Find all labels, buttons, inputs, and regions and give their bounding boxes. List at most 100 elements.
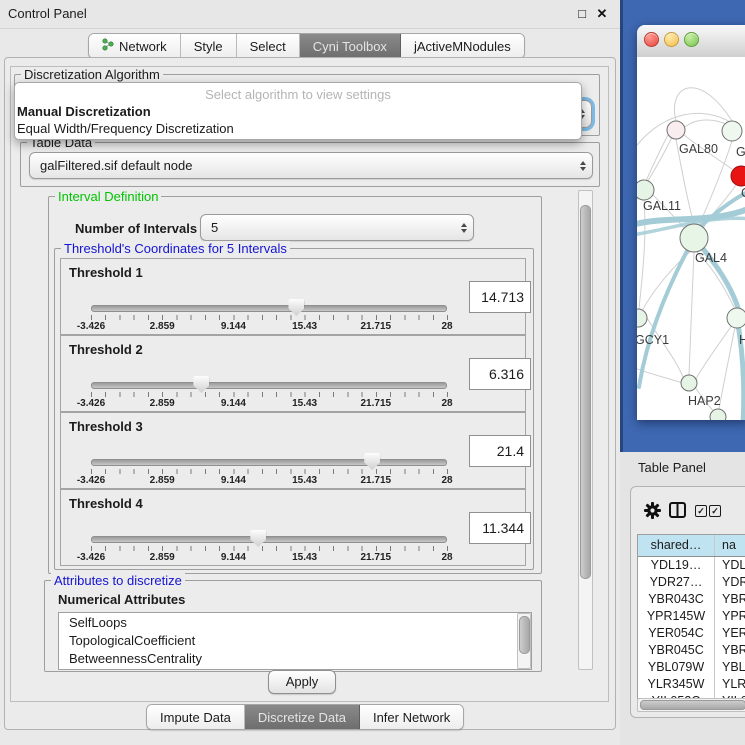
node-bottom-partial[interactable] xyxy=(710,409,726,420)
slider-track[interactable] xyxy=(91,459,447,466)
threshold-slider[interactable]: -3.426 2.859 9.144 15.43 21.715 28 xyxy=(91,530,447,564)
scrollbar-thumb[interactable] xyxy=(519,616,530,654)
node-attribute-table[interactable]: shared… na YDL19…YDL1 YDR27…YDR2 YBR043C… xyxy=(637,534,745,699)
network-window: GAL80 GA C GAL11 GAL4 GCY1 H HAP2 xyxy=(637,25,745,420)
list-item[interactable]: TopologicalCoefficient xyxy=(59,631,531,649)
tick-label: -3.426 xyxy=(77,475,105,486)
top-tabbar: Network Style Select Cyni Toolbox jActiv… xyxy=(88,33,525,59)
tab-discretize-data[interactable]: Discretize Data xyxy=(245,705,360,729)
table-data-value: galFiltered.sif default node xyxy=(30,158,574,173)
node-gal11[interactable] xyxy=(637,180,654,200)
slider-thumb[interactable] xyxy=(364,453,380,470)
node-label: C xyxy=(741,186,745,200)
threshold-value-field[interactable]: 6.316 xyxy=(469,358,531,390)
table-row[interactable]: YPR145WYPR1 xyxy=(638,608,745,625)
column-header-shared[interactable]: shared… xyxy=(638,535,715,556)
slider-thumb[interactable] xyxy=(193,376,209,393)
threshold-label: Threshold 1 xyxy=(69,265,143,280)
bottom-tabbar: Impute Data Discretize Data Infer Networ… xyxy=(146,704,464,730)
table-row[interactable]: YDL19…YDL1 xyxy=(638,557,745,574)
node-gal4[interactable] xyxy=(680,224,708,252)
tick-label: 15.43 xyxy=(292,398,317,409)
tick-label: 28 xyxy=(441,552,452,563)
tab-label: Cyni Toolbox xyxy=(313,39,387,54)
checkbox-icon[interactable]: ✓ xyxy=(709,505,721,517)
number-of-intervals-label: Number of Intervals xyxy=(75,221,197,236)
float-window-icon[interactable]: □ xyxy=(574,6,590,22)
node-selected-red[interactable] xyxy=(731,166,745,186)
group-title: Interval Definition xyxy=(55,189,161,204)
minimize-traffic-light[interactable] xyxy=(664,32,679,47)
scrollbar-thumb[interactable] xyxy=(640,700,745,710)
column-header-name[interactable]: na xyxy=(715,535,745,556)
threshold-slider[interactable]: -3.426 2.859 9.144 15.43 21.715 28 xyxy=(91,299,447,333)
table-panel-title: Table Panel xyxy=(638,460,706,475)
scrollbar-thumb[interactable] xyxy=(580,205,591,579)
tick-label: 28 xyxy=(441,398,452,409)
network-canvas[interactable]: GAL80 GA C GAL11 GAL4 GCY1 H HAP2 xyxy=(637,57,745,420)
table-row[interactable]: YER054CYER0 xyxy=(638,625,745,642)
tab-label: jActiveMNodules xyxy=(414,39,511,54)
numerical-attributes-list[interactable]: SelfLoops TopologicalCoefficient Between… xyxy=(58,612,532,670)
popup-item-equal-width-frequency[interactable]: Equal Width/Frequency Discretization xyxy=(17,121,234,136)
panel-title: Control Panel xyxy=(8,0,87,28)
table-row[interactable]: YDR27…YDR2 xyxy=(638,574,745,591)
tab-style[interactable]: Style xyxy=(181,34,237,58)
network-icon xyxy=(102,38,114,54)
tab-cyni-toolbox[interactable]: Cyni Toolbox xyxy=(300,34,401,58)
tab-network[interactable]: Network xyxy=(89,34,181,58)
node-gal80[interactable] xyxy=(667,121,685,139)
tab-select[interactable]: Select xyxy=(237,34,300,58)
close-traffic-light[interactable] xyxy=(644,32,659,47)
zoom-traffic-light[interactable] xyxy=(684,32,699,47)
checkbox-icon[interactable]: ✓ xyxy=(695,505,707,517)
number-of-intervals-combo[interactable]: 5 xyxy=(200,214,474,241)
table-horizontal-scrollbar[interactable] xyxy=(637,698,745,712)
slider-track[interactable] xyxy=(91,382,447,389)
table-data-combo[interactable]: galFiltered.sif default node xyxy=(29,152,593,179)
attributes-scrollbar[interactable] xyxy=(517,613,531,669)
threshold-value-field[interactable]: 21.4 xyxy=(469,435,531,467)
node-label: GAL11 xyxy=(643,199,681,213)
tab-infer-network[interactable]: Infer Network xyxy=(360,705,463,729)
threshold-slider[interactable]: -3.426 2.859 9.144 15.43 21.715 28 xyxy=(91,453,447,487)
tab-label: Impute Data xyxy=(160,710,231,725)
tick-label: 2.859 xyxy=(150,321,175,332)
node-hap2[interactable] xyxy=(681,375,697,391)
columns-icon[interactable] xyxy=(669,502,686,521)
threshold-row: Threshold 1 -3.426 2.859 9.144 15.43 21.… xyxy=(60,258,526,335)
apply-button[interactable]: Apply xyxy=(268,670,336,694)
tick-label: 2.859 xyxy=(150,398,175,409)
list-item[interactable]: BetweennessCentrality xyxy=(59,649,531,667)
table-row[interactable]: YLR345WYLR3 xyxy=(638,676,745,693)
tick-label: 15.43 xyxy=(292,321,317,332)
tab-impute-data[interactable]: Impute Data xyxy=(147,705,245,729)
threshold-value-field[interactable]: 14.713 xyxy=(469,281,531,313)
node-top-right[interactable] xyxy=(722,121,742,141)
threshold-slider[interactable]: -3.426 2.859 9.144 15.43 21.715 28 xyxy=(91,376,447,410)
tab-jactivemnodules[interactable]: jActiveMNodules xyxy=(401,34,524,58)
node-gcy1[interactable] xyxy=(637,309,647,327)
slider-thumb[interactable] xyxy=(288,299,304,316)
settings-vertical-scrollbar[interactable] xyxy=(578,190,593,670)
table-row[interactable]: YBR043CYBR0 xyxy=(638,591,745,608)
slider-track[interactable] xyxy=(91,536,447,543)
threshold-label: Threshold 3 xyxy=(69,419,143,434)
tick-label: 15.43 xyxy=(292,475,317,486)
slider-thumb[interactable] xyxy=(250,530,266,547)
group-title: Attributes to discretize xyxy=(51,573,185,588)
slider-track[interactable] xyxy=(91,305,447,312)
close-icon[interactable]: ✕ xyxy=(594,6,610,22)
tab-label: Discretize Data xyxy=(258,710,346,725)
threshold-value-field[interactable]: 11.344 xyxy=(469,512,531,544)
popup-item-manual-discretization[interactable]: Manual Discretization xyxy=(17,104,151,119)
threshold-label: Threshold 2 xyxy=(69,342,143,357)
node-h[interactable] xyxy=(727,308,745,328)
network-window-titlebar[interactable] xyxy=(637,25,745,58)
gear-icon[interactable] xyxy=(643,501,662,523)
slider-ticks xyxy=(91,546,448,551)
tick-label: 21.715 xyxy=(361,398,392,409)
table-row[interactable]: YBR045CYBR0 xyxy=(638,642,745,659)
table-row[interactable]: YBL079WYBL0 xyxy=(638,659,745,676)
list-item[interactable]: SelfLoops xyxy=(59,613,531,631)
